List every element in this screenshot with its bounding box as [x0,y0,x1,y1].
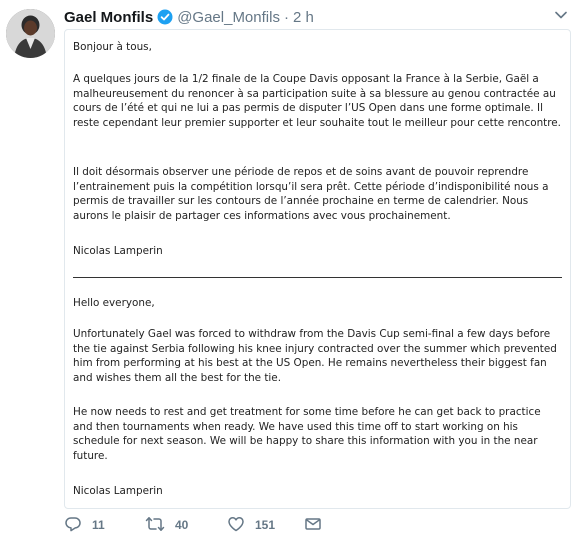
signature-french: Nicolas Lamperin [73,245,163,257]
paragraph-english-1: Unfortunately Gael was forced to withdra… [73,328,557,384]
tweet[interactable]: Gael Monfils @Gael_Monfils · 2 h Bonjour… [0,0,578,544]
tweet-header: Gael Monfils @Gael_Monfils · 2 h [64,6,314,28]
paragraph-french-1: A quelques jours de la 1/2 finale de la … [73,73,561,129]
language-divider [73,277,562,278]
avatar-image [6,9,55,58]
more-options-chevron-icon[interactable] [550,4,572,26]
timestamp[interactable]: 2 h [293,9,314,26]
like-button[interactable]: 151 [227,514,275,536]
reply-count: 11 [92,518,105,532]
heart-icon [227,515,245,536]
paragraph-english-2: He now needs to rest and get treatment f… [73,406,541,462]
retweet-icon [145,515,165,536]
paragraph-french-2: Il doit désormais observer une période d… [73,166,549,222]
display-name[interactable]: Gael Monfils [64,9,153,26]
retweet-count: 40 [175,518,189,532]
verified-badge-icon [157,9,173,25]
direct-message-button[interactable] [304,514,322,536]
greeting-french: Bonjour à tous, [73,41,152,53]
statement-document: Bonjour à tous, A quelques jours de la 1… [73,34,562,508]
envelope-icon [304,515,322,536]
greeting-english: Hello everyone, [73,297,155,309]
avatar[interactable] [6,9,55,58]
reply-icon [64,515,82,536]
separator-dot: · [283,8,289,26]
reply-button[interactable]: 11 [64,514,105,536]
attached-statement-image[interactable]: Bonjour à tous, A quelques jours de la 1… [64,29,571,509]
signature-english: Nicolas Lamperin [73,485,163,497]
user-handle[interactable]: @Gael_Monfils [177,9,280,26]
like-count: 151 [255,518,276,532]
retweet-button[interactable]: 40 [145,514,188,536]
